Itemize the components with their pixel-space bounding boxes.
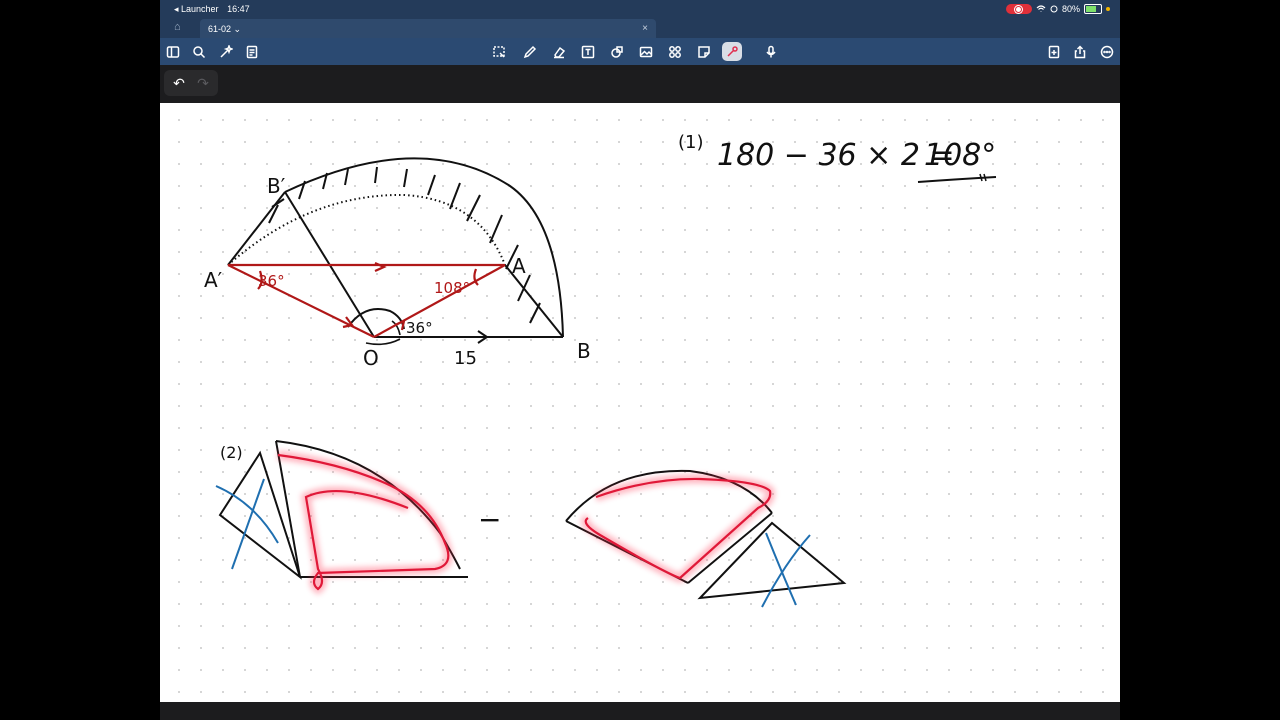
label-length-ob: 15: [454, 348, 477, 369]
undo-redo-bar: ↶ ↷: [164, 70, 218, 96]
chevron-down-icon[interactable]: ⌄: [234, 24, 242, 34]
battery-percent: 80%: [1061, 4, 1080, 14]
label-angle-right: 108°: [434, 279, 470, 297]
clock: 16:47: [227, 4, 250, 14]
left-cross-mark: [215, 478, 279, 570]
minus-sign: −: [478, 503, 501, 536]
document-icon[interactable]: [242, 42, 262, 61]
label-b-prime: B′: [267, 174, 286, 198]
laser-pointer-icon[interactable]: [722, 42, 742, 61]
share-icon[interactable]: [1070, 42, 1090, 61]
label-angle-left: 36°: [258, 272, 285, 290]
toolbar: [160, 38, 1120, 65]
eraser-icon[interactable]: [549, 42, 569, 61]
sticky-note-icon[interactable]: [694, 42, 714, 61]
tab-bar: ⌂ 61-02 ⌄ ×: [160, 18, 1120, 38]
label-a-prime: A′: [204, 268, 223, 292]
dotted-arc: [227, 193, 506, 266]
orientation-lock-icon: [1050, 5, 1058, 13]
o-tail: [365, 338, 401, 346]
search-icon[interactable]: [189, 42, 209, 61]
home-icon[interactable]: ⌂: [174, 21, 181, 33]
equation-lhs: 180 − 36 × 2 =: [717, 138, 955, 173]
text-icon[interactable]: [578, 42, 598, 61]
microphone-icon[interactable]: [757, 42, 787, 61]
shaded-region-hatching: [268, 166, 541, 324]
indicator-dot: [1106, 7, 1110, 11]
more-icon[interactable]: [1097, 42, 1117, 61]
screen-recording-icon[interactable]: [1005, 4, 1032, 14]
close-tab-icon[interactable]: ×: [642, 23, 648, 34]
add-page-icon[interactable]: [1044, 42, 1064, 61]
part2-label: (2): [220, 443, 243, 462]
sidebar-icon[interactable]: [163, 42, 183, 61]
label-o: O: [363, 346, 379, 370]
app-window: ◂ Launcher 16:47 80% ⌂ 61-02 ⌄ × ↶ ↷ (1)…: [160, 0, 1120, 720]
undo-icon[interactable]: ↶: [171, 75, 187, 91]
redo-icon[interactable]: ↷: [195, 75, 211, 91]
back-to-app-link[interactable]: ◂ Launcher: [174, 4, 219, 14]
elements-icon[interactable]: [665, 42, 685, 61]
left-shape: [218, 440, 468, 580]
lasso-icon[interactable]: [489, 42, 509, 61]
tab-title: 61-02: [208, 24, 232, 34]
wifi-icon: [1036, 5, 1046, 12]
label-angle-o: 36°: [406, 319, 433, 337]
equation-rhs: 108°: [924, 138, 996, 173]
part1-label: (1): [678, 132, 704, 153]
pen-icon[interactable]: [520, 42, 540, 61]
tab-document[interactable]: 61-02 ⌄ ×: [200, 19, 656, 38]
battery-icon: [1084, 4, 1102, 14]
magic-icon[interactable]: [216, 42, 236, 61]
right-cross-mark: [761, 532, 811, 608]
label-b: B: [577, 339, 591, 363]
notebook-page[interactable]: (1) 180 − 36 × 2 = 108° B′ A′ A B O 15 3…: [160, 103, 1120, 702]
label-a: A: [512, 254, 526, 278]
handwriting-canvas: (1) 180 − 36 × 2 = 108° B′ A′ A B O 15 3…: [204, 132, 996, 608]
left-highlight: [277, 450, 453, 595]
bottom-bar: [160, 702, 1120, 720]
right-highlight: [581, 474, 775, 584]
shapes-icon[interactable]: [607, 42, 627, 61]
status-bar: ◂ Launcher 16:47 80%: [160, 0, 1120, 18]
image-icon[interactable]: [636, 42, 656, 61]
